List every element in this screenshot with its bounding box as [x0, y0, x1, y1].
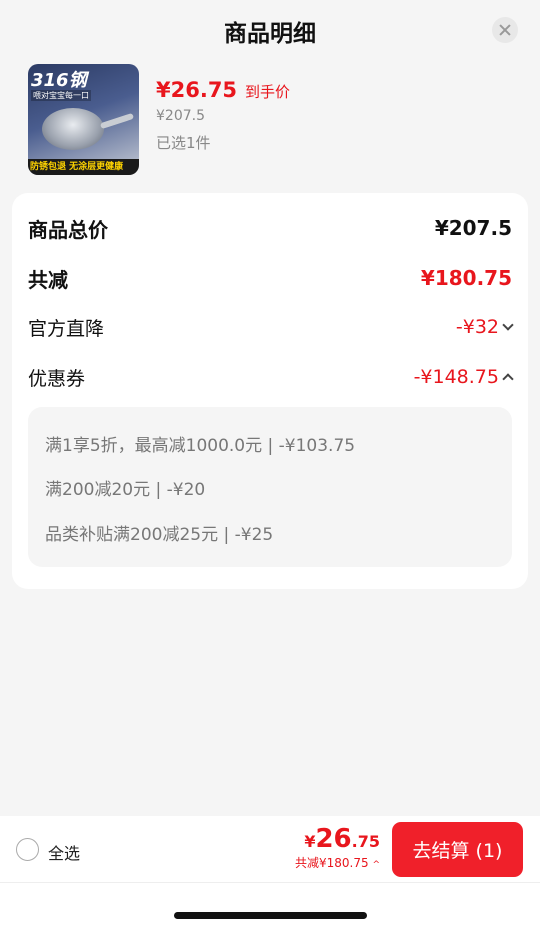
- page-title: 商品明细: [224, 21, 316, 47]
- original-price: ¥207.5: [156, 108, 205, 124]
- price-decimal: .75: [351, 832, 380, 851]
- coupon-item: 满200减20元 | -¥20: [45, 480, 206, 500]
- bottom-total-price: ¥26.75: [295, 824, 380, 854]
- pot-handle-image: [99, 112, 135, 130]
- home-indicator: [174, 912, 367, 919]
- checkout-button[interactable]: 去结算 (1): [392, 822, 523, 877]
- coupon-row[interactable]: 优惠券 -¥148.75: [28, 362, 514, 392]
- direct-discount-value-wrap: -¥32: [455, 316, 514, 338]
- total-price-value: ¥207.5: [434, 216, 512, 240]
- total-reduce-label: 共减: [28, 267, 68, 292]
- header: 商品明细: [0, 0, 540, 60]
- total-reduce-value: ¥180.75: [420, 266, 512, 290]
- select-all-radio[interactable]: [16, 838, 39, 861]
- final-price: ¥26.75: [156, 78, 238, 102]
- coupon-value-wrap: -¥148.75: [413, 366, 514, 388]
- direct-discount-row[interactable]: 官方直降 -¥32: [28, 312, 514, 342]
- coupon-details: 满1享5折，最高减1000.0元 | -¥103.75 满200减20元 | -…: [28, 407, 512, 567]
- bottom-reduce-value: 共减¥180.75: [295, 856, 369, 870]
- divider: [0, 882, 540, 883]
- thumb-badge: 316钢: [31, 70, 87, 91]
- thumb-subtitle: 喂对宝宝每一口: [31, 90, 91, 101]
- bottom-reduce-text[interactable]: 共减¥180.75 ^: [295, 854, 380, 871]
- coupon-item: 满1享5折，最高减1000.0元 | -¥103.75: [45, 436, 356, 456]
- direct-discount-value: -¥32: [455, 316, 499, 338]
- coupon-item: 品类补贴满200减25元 | -¥25: [45, 525, 274, 545]
- chevron-down-icon[interactable]: [502, 319, 514, 331]
- product-summary: 316钢 喂对宝宝每一口 防锈包退 无涂层更健康 ¥26.75 到手价 ¥207…: [28, 64, 528, 176]
- total-reduce-row: 共减 ¥180.75: [28, 263, 512, 293]
- coupon-label: 优惠券: [28, 367, 86, 390]
- price-breakdown-card: 商品总价 ¥207.5 共减 ¥180.75 官方直降 -¥32 优惠券 -¥1…: [12, 193, 528, 589]
- total-price-row: 商品总价 ¥207.5: [28, 213, 512, 243]
- direct-discount-label: 官方直降: [28, 317, 105, 340]
- thumb-banner: 防锈包退 无涂层更健康: [28, 159, 139, 175]
- close-icon[interactable]: [492, 17, 518, 43]
- coupon-value: -¥148.75: [413, 366, 499, 388]
- select-all-label[interactable]: 全选: [48, 840, 80, 864]
- bottom-total: ¥26.75 共减¥180.75 ^: [295, 824, 380, 871]
- total-price-label: 商品总价: [28, 217, 108, 242]
- product-info: ¥26.75 到手价 ¥207.5 已选1件: [156, 78, 290, 153]
- caret-up-icon: ^: [372, 860, 380, 870]
- pot-image: [42, 108, 104, 150]
- chevron-up-icon[interactable]: [502, 373, 514, 385]
- final-price-label: 到手价: [245, 83, 291, 101]
- product-thumbnail[interactable]: 316钢 喂对宝宝每一口 防锈包退 无涂层更健康: [28, 64, 139, 175]
- price-integer: 26: [315, 824, 352, 854]
- currency-symbol: ¥: [304, 832, 316, 851]
- selected-count: 已选1件: [156, 134, 211, 152]
- checkout-bar: 全选 ¥26.75 共减¥180.75 ^ 去结算 (1): [0, 816, 540, 930]
